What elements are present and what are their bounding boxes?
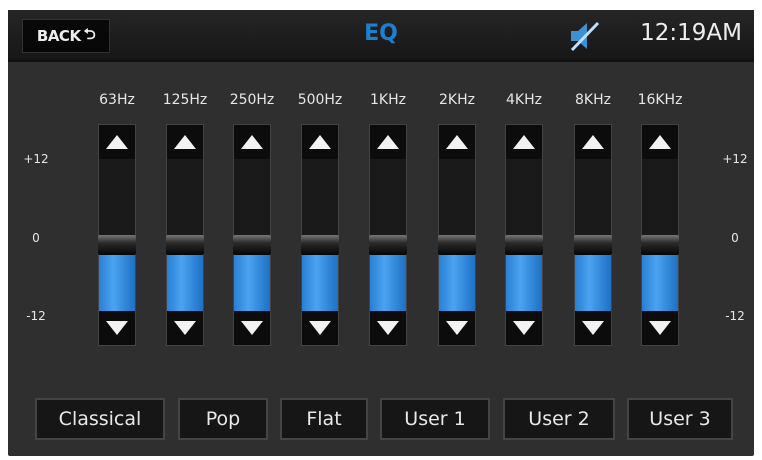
decrease-button[interactable]: [302, 311, 338, 345]
increase-button[interactable]: [167, 125, 203, 159]
slider-thumb[interactable]: [438, 235, 476, 255]
eq-slider-250Hz[interactable]: [233, 124, 271, 346]
slider-thumb[interactable]: [301, 235, 339, 255]
up-arrow-icon: [174, 135, 196, 149]
level-fill: [642, 255, 678, 311]
slider-thumb[interactable]: [574, 235, 612, 255]
eq-slider-2KHz[interactable]: [438, 124, 476, 346]
decrease-button[interactable]: [642, 311, 678, 345]
preset-button[interactable]: User 2: [503, 398, 615, 440]
down-arrow-icon: [649, 321, 671, 335]
preset-button[interactable]: User 1: [380, 398, 490, 440]
increase-button[interactable]: [99, 125, 135, 159]
slider-thumb[interactable]: [369, 235, 407, 255]
decrease-button[interactable]: [439, 311, 475, 345]
increase-button[interactable]: [439, 125, 475, 159]
slider-thumb[interactable]: [641, 235, 679, 255]
down-arrow-icon: [582, 321, 604, 335]
up-arrow-icon: [582, 135, 604, 149]
decrease-button[interactable]: [506, 311, 542, 345]
up-arrow-icon: [446, 135, 468, 149]
scale-plus12-left: +12: [23, 152, 49, 166]
clock: 12:19AM: [640, 20, 742, 46]
increase-button[interactable]: [506, 125, 542, 159]
up-arrow-icon: [241, 135, 263, 149]
down-arrow-icon: [377, 321, 399, 335]
eq-slider-125Hz[interactable]: [166, 124, 204, 346]
band-label: 500Hz: [297, 92, 343, 108]
decrease-button[interactable]: [99, 311, 135, 345]
eq-slider-8KHz[interactable]: [574, 124, 612, 346]
level-fill: [439, 255, 475, 311]
decrease-button[interactable]: [370, 311, 406, 345]
eq-slider-63Hz[interactable]: [98, 124, 136, 346]
slider-thumb[interactable]: [98, 235, 136, 255]
slider-thumb[interactable]: [233, 235, 271, 255]
slider-thumb[interactable]: [166, 235, 204, 255]
band-label: 1KHz: [370, 92, 406, 108]
level-fill: [99, 255, 135, 311]
down-arrow-icon: [106, 321, 128, 335]
band-label: 8KHz: [575, 92, 611, 108]
eq-slider-500Hz[interactable]: [301, 124, 339, 346]
decrease-button[interactable]: [234, 311, 270, 345]
level-fill: [302, 255, 338, 311]
preset-button[interactable]: Classical: [35, 398, 165, 440]
eq-slider-1KHz[interactable]: [369, 124, 407, 346]
down-arrow-icon: [174, 321, 196, 335]
eq-screen: BACK ⮌ EQ 12:19AM +12 0 -12 +12 0 -12 63…: [8, 10, 754, 456]
band-label: 125Hz: [162, 92, 208, 108]
up-arrow-icon: [649, 135, 671, 149]
level-fill: [370, 255, 406, 311]
down-arrow-icon: [309, 321, 331, 335]
preset-button[interactable]: User 3: [627, 398, 733, 440]
header-bar: BACK ⮌ EQ 12:19AM: [8, 10, 754, 62]
eq-slider-4KHz[interactable]: [505, 124, 543, 346]
decrease-button[interactable]: [167, 311, 203, 345]
increase-button[interactable]: [302, 125, 338, 159]
up-arrow-icon: [106, 135, 128, 149]
decrease-button[interactable]: [575, 311, 611, 345]
preset-button[interactable]: Pop: [178, 398, 268, 440]
level-fill: [575, 255, 611, 311]
increase-button[interactable]: [642, 125, 678, 159]
band-label: 4KHz: [506, 92, 542, 108]
scale-plus12-right: +12: [722, 152, 748, 166]
band-label: 250Hz: [229, 92, 275, 108]
eq-slider-16KHz[interactable]: [641, 124, 679, 346]
band-label: 63Hz: [99, 92, 135, 108]
scale-zero-right: 0: [731, 231, 739, 245]
increase-button[interactable]: [234, 125, 270, 159]
band-label: 16KHz: [637, 92, 683, 108]
down-arrow-icon: [241, 321, 263, 335]
down-arrow-icon: [513, 321, 535, 335]
up-arrow-icon: [377, 135, 399, 149]
scale-minus12-right: -12: [725, 309, 745, 323]
level-fill: [234, 255, 270, 311]
mute-icon[interactable]: [568, 20, 600, 52]
slider-thumb[interactable]: [505, 235, 543, 255]
level-fill: [506, 255, 542, 311]
level-fill: [167, 255, 203, 311]
scale-zero-left: 0: [32, 231, 40, 245]
up-arrow-icon: [513, 135, 535, 149]
down-arrow-icon: [446, 321, 468, 335]
up-arrow-icon: [309, 135, 331, 149]
scale-minus12-left: -12: [26, 309, 46, 323]
band-label: 2KHz: [439, 92, 475, 108]
increase-button[interactable]: [370, 125, 406, 159]
preset-button[interactable]: Flat: [280, 398, 368, 440]
increase-button[interactable]: [575, 125, 611, 159]
